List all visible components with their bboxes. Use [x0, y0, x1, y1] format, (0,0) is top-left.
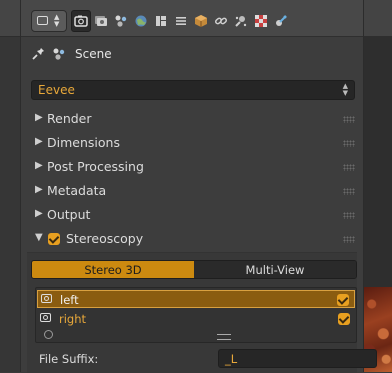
chevron-updown-icon: ▲ ▼: [54, 13, 60, 28]
section-label: Stereoscopy: [66, 231, 144, 246]
world-icon: [135, 15, 147, 27]
camera-icon: [41, 294, 52, 303]
modifiers-icon: [176, 17, 186, 25]
stereo-mode-toggle: Stereo 3D Multi-View: [31, 260, 357, 279]
section-post-processing[interactable]: ▶ Post Processing: [31, 156, 355, 178]
collapse-arrow-icon: ▼: [35, 232, 43, 243]
section-dimensions[interactable]: ▶ Dimensions: [31, 132, 355, 154]
scene-icon: [115, 15, 127, 27]
section-label: Render: [47, 111, 92, 126]
filter-options-icon[interactable]: [44, 330, 53, 339]
view-enabled-checkbox[interactable]: [337, 294, 349, 306]
section-render[interactable]: ▶ Render: [31, 108, 355, 130]
data-icon: [195, 15, 207, 27]
tab-render[interactable]: [71, 10, 91, 32]
section-stereoscopy[interactable]: ▼ Stereoscopy: [31, 228, 355, 250]
chevron-updown-icon: ▲ ▼: [342, 82, 348, 97]
render-engine-dropdown[interactable]: Eevee ▲ ▼: [31, 80, 355, 100]
multi-view-button[interactable]: Multi-View: [194, 261, 356, 278]
section-label: Metadata: [47, 183, 107, 198]
view-enabled-checkbox[interactable]: [338, 313, 350, 325]
context-scene-label: Scene: [75, 47, 112, 61]
physics-icon: [276, 15, 287, 26]
drag-handle-icon[interactable]: [343, 236, 355, 243]
properties-icon: [37, 16, 48, 25]
section-label: Post Processing: [47, 159, 144, 174]
tab-data[interactable]: [191, 10, 211, 32]
pin-icon[interactable]: [31, 47, 45, 61]
expand-arrow-icon: ▶: [35, 136, 43, 147]
context-tabs: [71, 10, 291, 32]
editor-header: ▲ ▼: [21, 0, 363, 37]
render-layers-icon: [95, 16, 107, 26]
tab-particles[interactable]: [231, 10, 251, 32]
views-list: left right: [35, 287, 357, 343]
view-name: left: [60, 293, 79, 307]
section-output[interactable]: ▶ Output: [31, 204, 355, 226]
expand-arrow-icon: ▶: [35, 112, 43, 123]
object-icon: [156, 16, 166, 26]
texture-icon: [255, 15, 267, 27]
expand-arrow-icon: ▶: [35, 208, 43, 219]
list-resize-grip-icon[interactable]: [217, 334, 231, 340]
viewport-strip: [0, 0, 20, 372]
list-item[interactable]: right: [37, 310, 355, 328]
constraints-icon: [214, 17, 228, 25]
drag-handle-icon[interactable]: [343, 188, 355, 195]
render-icon: [74, 15, 88, 27]
editor-type-button[interactable]: ▲ ▼: [31, 10, 67, 32]
tab-scene[interactable]: [111, 10, 131, 32]
expand-arrow-icon: ▶: [35, 184, 43, 195]
tab-constraints[interactable]: [211, 10, 231, 32]
section-label: Dimensions: [47, 135, 120, 150]
context-path: Scene: [31, 44, 112, 64]
tab-modifiers[interactable]: [171, 10, 191, 32]
tab-render-layers[interactable]: [91, 10, 111, 32]
file-suffix-label: File Suffix:: [39, 352, 99, 366]
section-label: Output: [47, 207, 91, 222]
section-metadata[interactable]: ▶ Metadata: [31, 180, 355, 202]
tab-texture[interactable]: [251, 10, 271, 32]
drag-handle-icon[interactable]: [343, 116, 355, 123]
drag-handle-icon[interactable]: [343, 140, 355, 147]
render-engine-value: Eevee: [38, 83, 75, 97]
expand-arrow-icon: ▶: [35, 160, 43, 171]
stereo-3d-button[interactable]: Stereo 3D: [32, 261, 194, 278]
scene-icon: [53, 48, 65, 60]
properties-editor: ▲ ▼ Scene Eevee ▲ ▼ ▶ Render ▶ Dimension…: [20, 0, 377, 373]
view-name: right: [59, 312, 87, 326]
tab-object[interactable]: [151, 10, 171, 32]
particles-icon: [235, 16, 247, 27]
drag-handle-icon[interactable]: [343, 212, 355, 219]
tab-physics[interactable]: [271, 10, 291, 32]
list-item[interactable]: left: [37, 290, 355, 308]
file-suffix-value: _L: [225, 352, 238, 366]
drag-handle-icon[interactable]: [343, 164, 355, 171]
camera-icon: [40, 313, 51, 322]
stereoscopy-checkbox[interactable]: [48, 233, 60, 245]
file-suffix-field[interactable]: _L: [218, 349, 377, 368]
tab-world[interactable]: [131, 10, 151, 32]
